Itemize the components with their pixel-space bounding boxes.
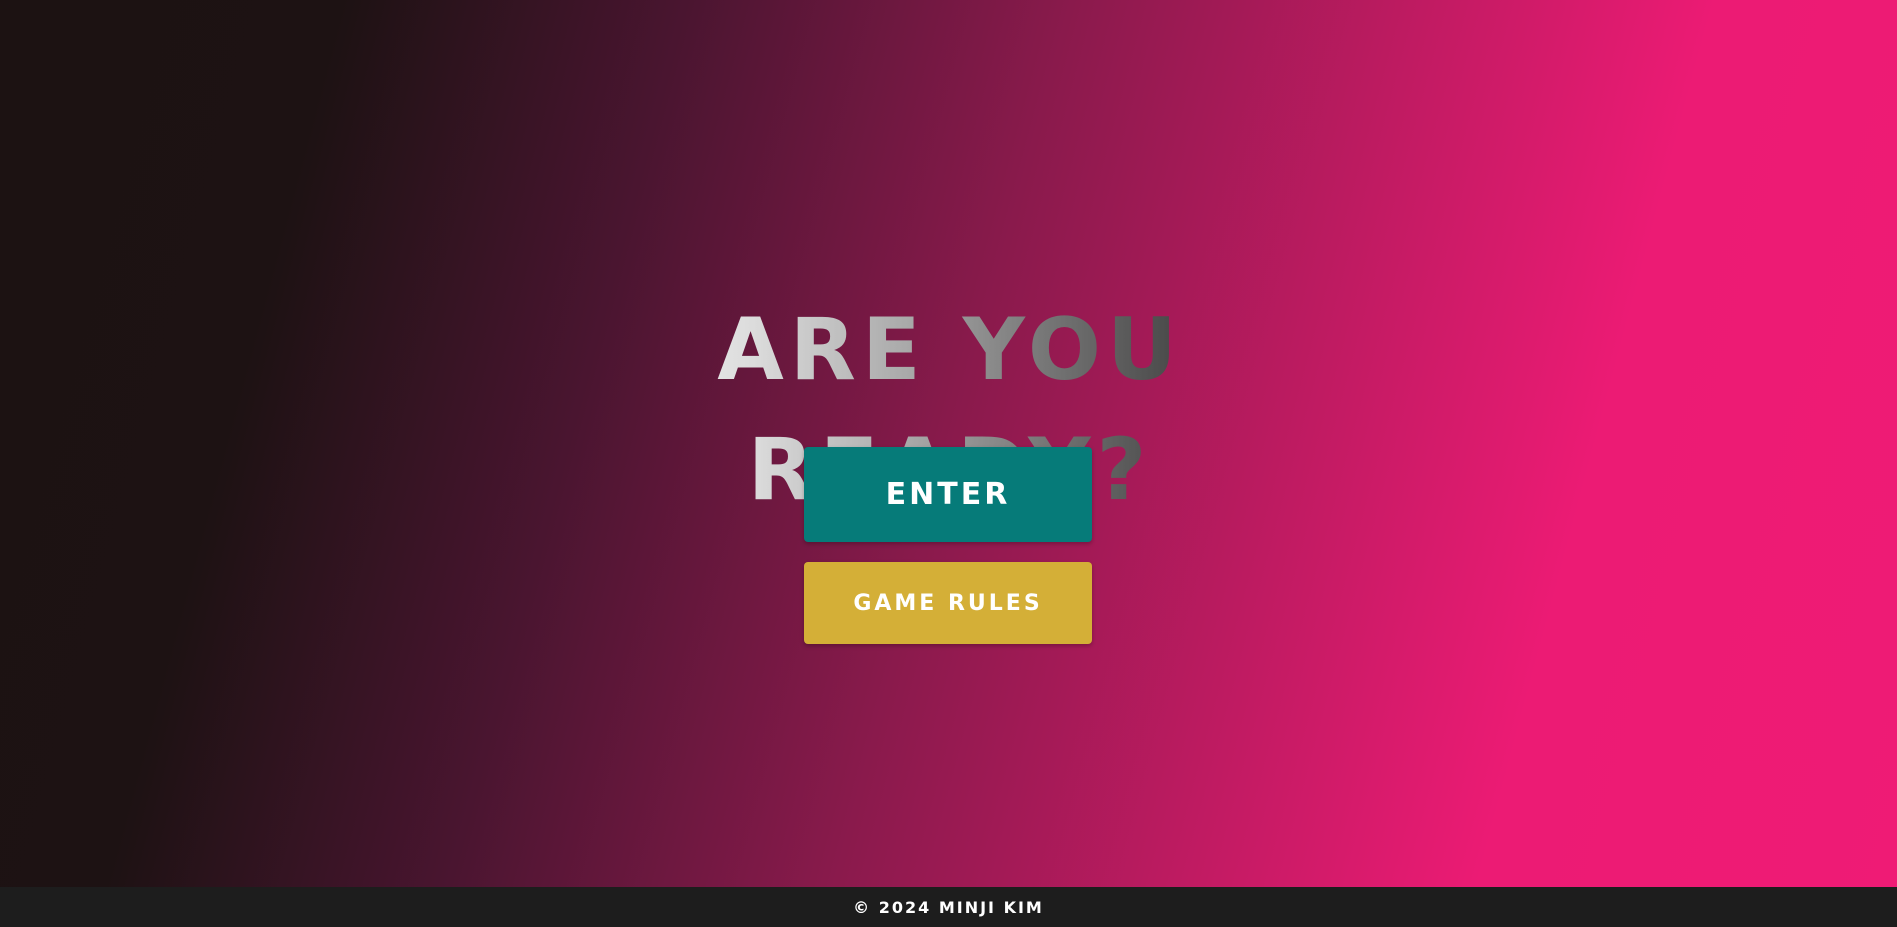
landing-stage: Are you ready? Enter Game Rules [0,0,1897,887]
headline-container: Are you ready? [555,290,1345,520]
footer: © 2024 Minji Kim [0,887,1897,927]
enter-button[interactable]: Enter [804,447,1092,542]
game-rules-button[interactable]: Game Rules [804,562,1092,644]
copyright-text: © 2024 Minji Kim [853,897,1044,917]
